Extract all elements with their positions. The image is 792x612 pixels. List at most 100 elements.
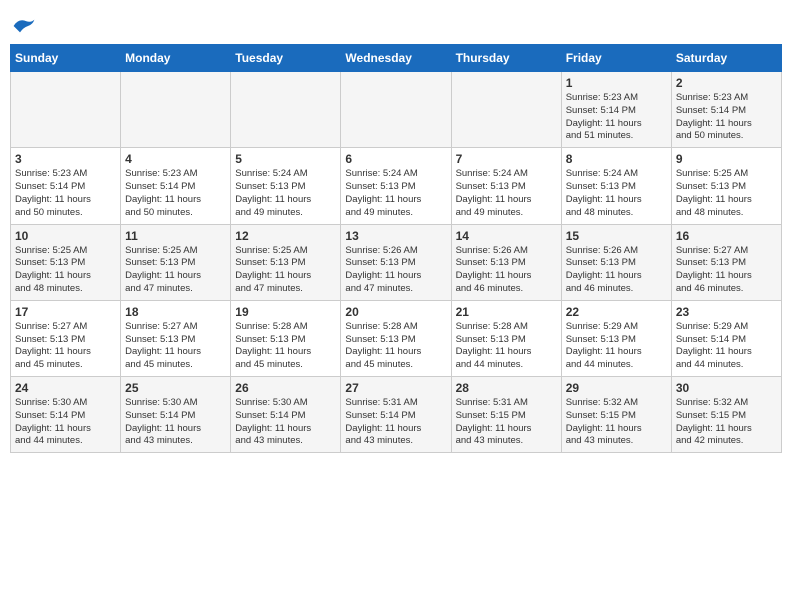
day-info: Sunrise: 5:25 AMSunset: 5:13 PMDaylight:… — [235, 245, 336, 296]
calendar-cell: 22 Sunrise: 5:29 AMSunset: 5:13 PMDayligh… — [561, 300, 671, 376]
day-info: Sunrise: 5:23 AMSunset: 5:14 PMDaylight:… — [566, 92, 667, 143]
day-number: 1 — [566, 76, 667, 90]
calendar-day-header: Friday — [561, 45, 671, 72]
calendar-cell: 25Sunrise: 5:30 AMSunset: 5:14 PMDayligh… — [121, 377, 231, 453]
day-number: 9 — [676, 152, 777, 166]
day-number: 14 — [456, 229, 557, 243]
day-info: Sunrise: 5:25 AMSunset: 5:13 PMDaylight:… — [15, 245, 116, 296]
day-number: 22 — [566, 305, 667, 319]
day-number: 28 — [456, 381, 557, 395]
calendar-cell: 30Sunrise: 5:32 AMSunset: 5:15 PMDayligh… — [671, 377, 781, 453]
day-info: Sunrise: 5:23 AMSunset: 5:14 PMDaylight:… — [676, 92, 777, 143]
calendar-cell: 24 Sunrise: 5:30 AMSunset: 5:14 PMDayligh… — [11, 377, 121, 453]
day-number: 12 — [235, 229, 336, 243]
calendar-cell: 11 Sunrise: 5:25 AMSunset: 5:13 PMDayligh… — [121, 224, 231, 300]
calendar-week-row: 3 Sunrise: 5:23 AMSunset: 5:14 PMDaylight… — [11, 148, 782, 224]
calendar-cell: 8 Sunrise: 5:24 AMSunset: 5:13 PMDaylight… — [561, 148, 671, 224]
day-info: Sunrise: 5:26 AMSunset: 5:13 PMDaylight:… — [456, 245, 557, 296]
day-info: Sunrise: 5:30 AMSunset: 5:14 PMDaylight:… — [125, 397, 226, 448]
calendar-day-header: Saturday — [671, 45, 781, 72]
day-number: 26 — [235, 381, 336, 395]
day-number: 7 — [456, 152, 557, 166]
day-info: Sunrise: 5:29 AMSunset: 5:13 PMDaylight:… — [566, 321, 667, 372]
calendar-cell: 10 Sunrise: 5:25 AMSunset: 5:13 PMDayligh… — [11, 224, 121, 300]
day-info: Sunrise: 5:26 AMSunset: 5:13 PMDaylight:… — [566, 245, 667, 296]
calendar-cell: 21 Sunrise: 5:28 AMSunset: 5:13 PMDayligh… — [451, 300, 561, 376]
calendar-day-header: Wednesday — [341, 45, 451, 72]
calendar-day-header: Tuesday — [231, 45, 341, 72]
day-info: Sunrise: 5:29 AMSunset: 5:14 PMDaylight:… — [676, 321, 777, 372]
calendar-cell: 7 Sunrise: 5:24 AMSunset: 5:13 PMDaylight… — [451, 148, 561, 224]
day-info: Sunrise: 5:31 AMSunset: 5:14 PMDaylight:… — [345, 397, 446, 448]
calendar-day-header: Thursday — [451, 45, 561, 72]
day-info: Sunrise: 5:23 AMSunset: 5:14 PMDaylight:… — [125, 168, 226, 219]
day-number: 13 — [345, 229, 446, 243]
calendar-cell: 18Sunrise: 5:27 AMSunset: 5:13 PMDayligh… — [121, 300, 231, 376]
day-info: Sunrise: 5:28 AMSunset: 5:13 PMDaylight:… — [345, 321, 446, 372]
calendar-cell: 16Sunrise: 5:27 AMSunset: 5:13 PMDayligh… — [671, 224, 781, 300]
calendar-cell: 2 Sunrise: 5:23 AMSunset: 5:14 PMDaylight… — [671, 72, 781, 148]
calendar-cell: 12 Sunrise: 5:25 AMSunset: 5:13 PMDayligh… — [231, 224, 341, 300]
day-number: 15 — [566, 229, 667, 243]
day-number: 4 — [125, 152, 226, 166]
day-info: Sunrise: 5:24 AMSunset: 5:13 PMDaylight:… — [456, 168, 557, 219]
calendar-cell: 27 Sunrise: 5:31 AMSunset: 5:14 PMDayligh… — [341, 377, 451, 453]
day-info: Sunrise: 5:24 AMSunset: 5:13 PMDaylight:… — [566, 168, 667, 219]
day-number: 16 — [676, 229, 777, 243]
day-number: 19 — [235, 305, 336, 319]
day-info: Sunrise: 5:30 AMSunset: 5:14 PMDaylight:… — [235, 397, 336, 448]
day-info: Sunrise: 5:25 AMSunset: 5:13 PMDaylight:… — [676, 168, 777, 219]
calendar-cell — [11, 72, 121, 148]
day-info: Sunrise: 5:30 AMSunset: 5:14 PMDaylight:… — [15, 397, 116, 448]
day-info: Sunrise: 5:24 AMSunset: 5:13 PMDaylight:… — [235, 168, 336, 219]
calendar-cell: 29 Sunrise: 5:32 AMSunset: 5:15 PMDayligh… — [561, 377, 671, 453]
calendar-cell: 14 Sunrise: 5:26 AMSunset: 5:13 PMDayligh… — [451, 224, 561, 300]
day-number: 20 — [345, 305, 446, 319]
calendar-cell: 3 Sunrise: 5:23 AMSunset: 5:14 PMDaylight… — [11, 148, 121, 224]
calendar-cell — [341, 72, 451, 148]
calendar-header-row: SundayMondayTuesdayWednesdayThursdayFrid… — [11, 45, 782, 72]
calendar-cell: 5Sunrise: 5:24 AMSunset: 5:13 PMDaylight… — [231, 148, 341, 224]
logo-bird-icon — [12, 16, 36, 36]
calendar-cell: 28 Sunrise: 5:31 AMSunset: 5:15 PMDayligh… — [451, 377, 561, 453]
calendar-week-row: 24 Sunrise: 5:30 AMSunset: 5:14 PMDayligh… — [11, 377, 782, 453]
day-info: Sunrise: 5:27 AMSunset: 5:13 PMDaylight:… — [125, 321, 226, 372]
calendar-week-row: 17 Sunrise: 5:27 AMSunset: 5:13 PMDayligh… — [11, 300, 782, 376]
day-number: 3 — [15, 152, 116, 166]
day-info: Sunrise: 5:32 AMSunset: 5:15 PMDaylight:… — [566, 397, 667, 448]
day-info: Sunrise: 5:28 AMSunset: 5:13 PMDaylight:… — [456, 321, 557, 372]
day-info: Sunrise: 5:27 AMSunset: 5:13 PMDaylight:… — [15, 321, 116, 372]
day-number: 10 — [15, 229, 116, 243]
calendar-day-header: Sunday — [11, 45, 121, 72]
day-number: 6 — [345, 152, 446, 166]
day-number: 17 — [15, 305, 116, 319]
calendar-cell: 9 Sunrise: 5:25 AMSunset: 5:13 PMDaylight… — [671, 148, 781, 224]
calendar-cell — [121, 72, 231, 148]
day-number: 21 — [456, 305, 557, 319]
logo — [10, 16, 36, 36]
calendar-cell: 13 Sunrise: 5:26 AMSunset: 5:13 PMDayligh… — [341, 224, 451, 300]
calendar-cell: 19 Sunrise: 5:28 AMSunset: 5:13 PMDayligh… — [231, 300, 341, 376]
day-info: Sunrise: 5:31 AMSunset: 5:15 PMDaylight:… — [456, 397, 557, 448]
day-number: 27 — [345, 381, 446, 395]
day-number: 2 — [676, 76, 777, 90]
day-number: 29 — [566, 381, 667, 395]
day-info: Sunrise: 5:28 AMSunset: 5:13 PMDaylight:… — [235, 321, 336, 372]
calendar-cell: 23Sunrise: 5:29 AMSunset: 5:14 PMDayligh… — [671, 300, 781, 376]
calendar-day-header: Monday — [121, 45, 231, 72]
calendar-cell: 17 Sunrise: 5:27 AMSunset: 5:13 PMDayligh… — [11, 300, 121, 376]
calendar-cell: 4 Sunrise: 5:23 AMSunset: 5:14 PMDaylight… — [121, 148, 231, 224]
calendar-cell: 15 Sunrise: 5:26 AMSunset: 5:13 PMDayligh… — [561, 224, 671, 300]
day-number: 11 — [125, 229, 226, 243]
calendar-week-row: 10 Sunrise: 5:25 AMSunset: 5:13 PMDayligh… — [11, 224, 782, 300]
calendar-cell — [451, 72, 561, 148]
day-number: 24 — [15, 381, 116, 395]
day-number: 8 — [566, 152, 667, 166]
day-info: Sunrise: 5:26 AMSunset: 5:13 PMDaylight:… — [345, 245, 446, 296]
calendar-cell: 6Sunrise: 5:24 AMSunset: 5:13 PMDaylight… — [341, 148, 451, 224]
calendar-cell: 1 Sunrise: 5:23 AMSunset: 5:14 PMDaylight… — [561, 72, 671, 148]
day-info: Sunrise: 5:23 AMSunset: 5:14 PMDaylight:… — [15, 168, 116, 219]
calendar-cell: 26 Sunrise: 5:30 AMSunset: 5:14 PMDayligh… — [231, 377, 341, 453]
day-info: Sunrise: 5:25 AMSunset: 5:13 PMDaylight:… — [125, 245, 226, 296]
calendar-table: SundayMondayTuesdayWednesdayThursdayFrid… — [10, 44, 782, 453]
